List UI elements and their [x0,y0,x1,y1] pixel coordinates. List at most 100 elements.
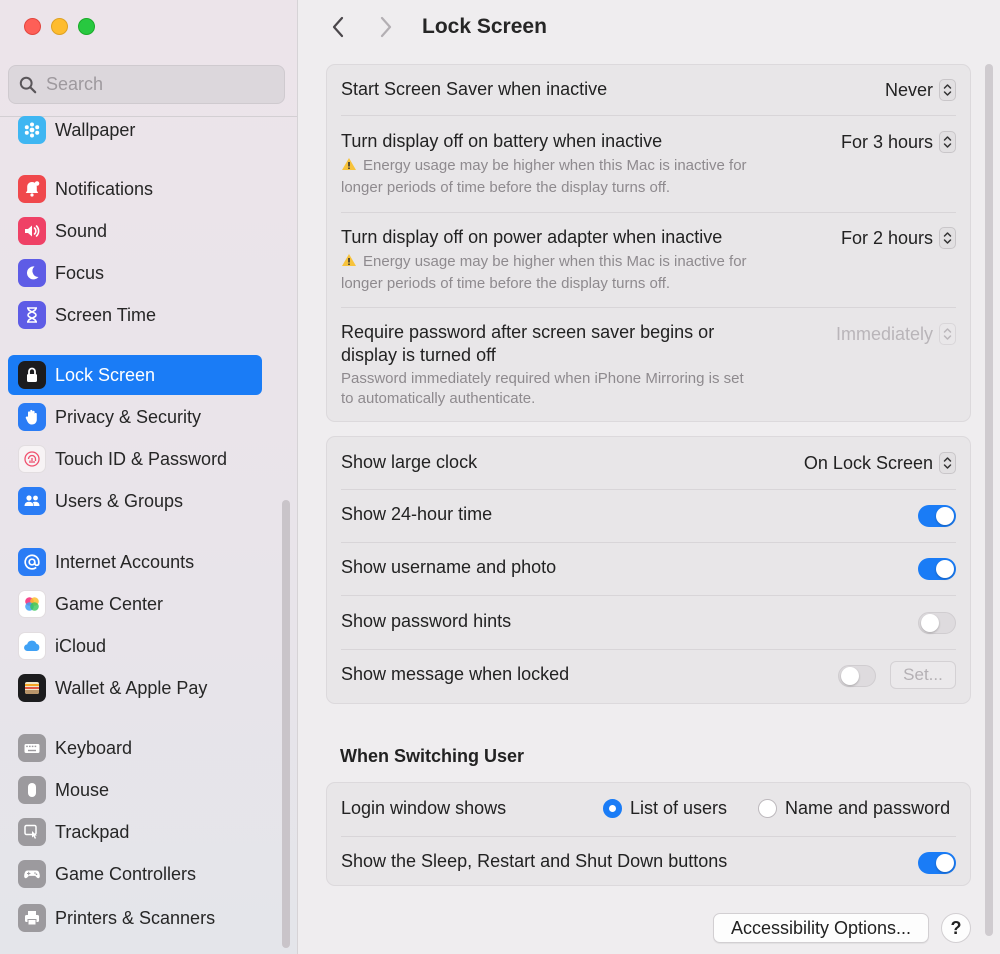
game-center-icon [18,590,46,618]
notifications-icon [18,175,46,203]
set-message-button[interactable]: Set... [890,661,956,689]
sidebar-item-lock-screen[interactable]: Lock Screen [8,355,262,395]
row-divider [341,115,956,116]
sidebar-item-label: Wallpaper [55,119,136,140]
system-settings-window: Wallpaper Notifications Sound [0,0,1000,954]
message-locked-label: Show message when locked [341,664,570,684]
sidebar-item-label: Internet Accounts [55,551,195,572]
zoom-window-button[interactable] [78,18,95,35]
up-down-chevron-icon [939,452,956,474]
adapter-display-value: For 2 hours [840,227,933,248]
forward-button[interactable] [374,14,398,40]
close-window-button[interactable] [24,18,41,35]
sidebar-item-printers-scanners[interactable]: Printers & Scanners [8,898,262,938]
radio-button-unselected[interactable] [758,799,777,818]
search-field[interactable] [8,65,285,104]
sidebar-item-mouse[interactable]: Mouse [8,770,262,810]
fingerprint-icon [18,445,46,473]
password-hints-toggle[interactable] [918,612,956,634]
sidebar-item-privacy-security[interactable]: Privacy & Security [8,397,262,437]
sidebar-item-game-controllers[interactable]: Game Controllers [8,854,262,894]
display-settings-group: Start Screen Saver when inactive Never T… [326,64,971,422]
sidebar-item-icloud[interactable]: iCloud [8,626,262,666]
back-button[interactable] [326,14,350,40]
battery-display-popup[interactable]: For 3 hours [841,131,956,153]
radio-name-and-password-label: Name and password [785,798,951,818]
sidebar-item-wallpaper[interactable]: Wallpaper [8,110,262,150]
chevron-right-icon [380,16,392,38]
radio-name-and-password[interactable]: Name and password [758,798,950,819]
sidebar-scrollbar[interactable] [282,500,290,948]
large-clock-label: Show large clock [341,452,478,472]
require-password-note-line-2: to automatically authenticate. [341,390,536,407]
sidebar-item-internet-accounts[interactable]: Internet Accounts [8,542,262,582]
sidebar: Wallpaper Notifications Sound [0,0,298,954]
adapter-note-line-1: Energy usage may be higher when this Mac… [363,253,747,270]
sound-icon [18,217,46,245]
username-photo-toggle[interactable] [918,558,956,580]
sidebar-item-label: Lock Screen [55,364,156,385]
screen-saver-label: Start Screen Saver when inactive [341,79,608,99]
sidebar-item-label: Printers & Scanners [55,907,216,928]
require-password-label-line-2: display is turned off [341,345,496,365]
wallet-icon [18,674,46,702]
row-divider [341,649,956,650]
24-hour-time-label: Show 24-hour time [341,504,493,524]
window-controls [24,18,95,35]
sidebar-item-notifications[interactable]: Notifications [8,169,262,209]
up-down-chevron-icon [939,79,956,101]
power-buttons-toggle[interactable] [918,852,956,874]
adapter-display-popup[interactable]: For 2 hours [841,227,956,249]
battery-display-row: Turn display off on battery when inactiv… [341,127,956,207]
message-locked-toggle[interactable] [838,665,876,687]
large-clock-popup[interactable]: On Lock Screen [804,452,956,474]
sidebar-item-wallet-apple-pay[interactable]: Wallet & Apple Pay [8,668,262,708]
power-buttons-label: Show the Sleep, Restart and Shut Down bu… [341,851,728,871]
sidebar-item-label: Screen Time [55,304,157,325]
users-icon [18,487,46,515]
row-divider [341,595,956,596]
screen-saver-popup[interactable]: Never [885,79,956,101]
sidebar-item-touch-id-password[interactable]: Touch ID & Password [8,439,262,479]
sidebar-item-game-center[interactable]: Game Center [8,584,262,624]
require-password-popup[interactable]: Immediately [836,323,956,345]
sidebar-item-focus[interactable]: Focus [8,253,262,293]
large-clock-value: On Lock Screen [803,452,933,473]
sidebar-item-sound[interactable]: Sound [8,211,262,251]
printer-icon [18,904,46,932]
adapter-display-label: Turn display off on power adapter when i… [341,227,723,247]
wallpaper-icon [18,116,46,144]
row-divider [341,307,956,308]
settings-pane: Lock Screen Start Screen Saver when inac… [298,0,1000,954]
require-password-label: Require password after screen saver begi… [341,321,714,367]
content-scrollbar[interactable] [985,64,993,936]
login-window-row: Login window shows List of users Name an… [341,795,956,823]
screen-saver-value: Never [884,79,933,100]
help-button[interactable]: ? [941,913,971,943]
sidebar-item-label: Mouse [55,779,110,800]
battery-energy-warning: Energy usage may be higher when this Mac… [341,155,747,199]
require-password-label-line-1: Require password after screen saver begi… [341,322,715,342]
sidebar-item-trackpad[interactable]: Trackpad [8,812,262,852]
sidebar-item-label: Notifications [55,178,154,199]
privacy-hand-icon [18,403,46,431]
accessibility-options-button[interactable]: Accessibility Options... [713,913,929,943]
sidebar-item-label: Wallet & Apple Pay [55,677,208,698]
radio-button-selected[interactable] [603,799,622,818]
battery-display-label: Turn display off on battery when inactiv… [341,131,663,151]
page-title: Lock Screen [422,15,547,38]
login-window-label: Login window shows [341,798,507,818]
radio-list-of-users[interactable]: List of users [603,798,727,819]
minimize-window-button[interactable] [51,18,68,35]
sidebar-item-keyboard[interactable]: Keyboard [8,728,262,768]
sidebar-item-label: Privacy & Security [55,406,202,427]
sidebar-item-label: Game Center [55,593,164,614]
24-hour-time-toggle[interactable] [918,505,956,527]
search-input[interactable] [46,74,266,95]
trackpad-icon [18,818,46,846]
power-buttons-row: Show the Sleep, Restart and Shut Down bu… [341,848,956,876]
sidebar-item-screen-time[interactable]: Screen Time [8,295,262,335]
sidebar-item-users-groups[interactable]: Users & Groups [8,481,262,521]
sidebar-item-label: Sound [55,220,108,241]
adapter-display-row: Turn display off on power adapter when i… [341,223,956,303]
